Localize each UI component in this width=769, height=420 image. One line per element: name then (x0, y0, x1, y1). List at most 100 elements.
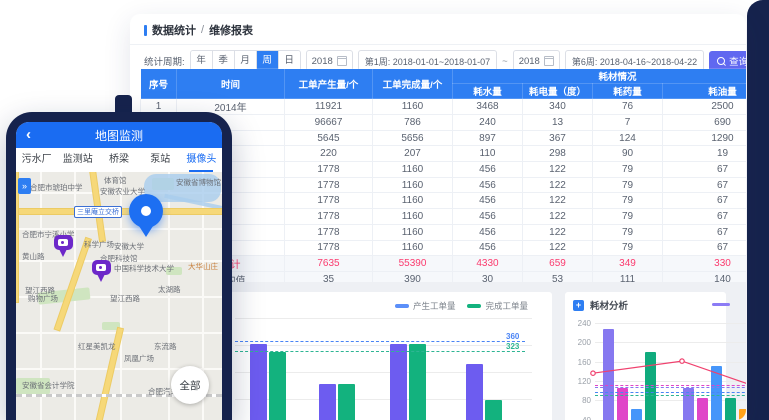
table-cell: 1160 (373, 177, 453, 193)
table-cell: 897 (453, 130, 523, 146)
map-poi-label: 科学广场 (84, 239, 114, 250)
bar-完成工单量[interactable] (485, 400, 502, 420)
group-header: 耗材情况 (453, 69, 747, 84)
table-cell: 122 (523, 162, 593, 178)
table-cell: 11921 (285, 99, 373, 115)
map-poi-label: 合肥市琥珀中学 (30, 182, 83, 193)
table-cell: 3468 (453, 99, 523, 115)
sub-column-header: 耗油量 (663, 84, 747, 99)
table-cell: 122 (523, 224, 593, 240)
table-cell: 79 (593, 162, 663, 178)
camera-icon (58, 239, 68, 246)
table-cell: 79 (593, 240, 663, 256)
tab-泵站[interactable]: 泵站 (140, 148, 181, 172)
header-row-1: 序号时间工单产生量/个工单完成量/个耗材情况 (141, 69, 747, 84)
table-cell: 1778 (285, 162, 373, 178)
table-cell: 90 (593, 146, 663, 162)
breadcrumb-section[interactable]: 数据统计 (152, 22, 196, 38)
table-cell: 1778 (285, 177, 373, 193)
map-poi-label: 凤凰广场 (124, 353, 154, 364)
table-cell: 2500 (663, 99, 747, 115)
table-cell: 1778 (285, 240, 373, 256)
table-cell: 76 (593, 99, 663, 115)
table-cell: 207 (373, 146, 453, 162)
table-cell: 456 (453, 240, 523, 256)
camera-marker-tail (97, 274, 105, 282)
range-separator: ~ (502, 56, 508, 67)
reference-line-360 (235, 341, 525, 342)
total-row-value: 4330 (453, 256, 523, 272)
year-end-value: 2018 (519, 56, 540, 67)
table-head: 序号时间工单产生量/个工单完成量/个耗材情况耗水量耗电量（度）耗药量耗油量 (141, 69, 747, 99)
table-cell: 122 (523, 240, 593, 256)
bar-产生工单量[interactable] (250, 344, 267, 420)
table-cell: 456 (453, 209, 523, 225)
table-cell: 122 (523, 209, 593, 225)
table-cell: 67 (663, 209, 747, 225)
map-expand-button[interactable]: » (18, 178, 31, 194)
table-cell: 122 (523, 193, 593, 209)
map-poi-label: 黄山路 (22, 251, 45, 262)
tab-监测站[interactable]: 监测站 (57, 148, 98, 172)
table-cell: 367 (523, 130, 593, 146)
breadcrumb-accent-bar (144, 25, 147, 36)
selected-camera-marker[interactable] (129, 194, 163, 240)
consumables-chart-card: + 耗材分析 2402001601208040 (565, 292, 726, 420)
camera-icon (96, 264, 106, 271)
bar-完成工单量[interactable] (269, 352, 286, 420)
map-view[interactable]: 合肥市琥珀中学体育馆安徽农业大学安徽省博物馆三里庵立交桥合肥市宁溪小学科学广场安… (16, 172, 222, 420)
category-tabs: 污水厂监测站桥梁泵站摄像头 (16, 148, 222, 173)
divider (130, 44, 746, 45)
week-start-value: 第1周: 2018-01-01~2018-01-07 (365, 55, 490, 68)
table-cell: 122 (523, 177, 593, 193)
period-label: 统计周期: (144, 54, 185, 68)
table-row: 12014年1192111603468340762500 (141, 99, 747, 115)
consumables-chart-plot: 2402001601208040 (565, 292, 726, 420)
column-header: 工单产生量/个 (285, 69, 373, 99)
search-icon (717, 57, 725, 65)
map-all-button[interactable]: 全部 (171, 366, 209, 404)
map-poi-label: 大华山庄 (188, 261, 218, 272)
calendar-icon (337, 56, 347, 66)
gridline (235, 318, 532, 319)
tab-桥梁[interactable]: 桥梁 (98, 148, 139, 172)
bar-产生工单量[interactable] (319, 384, 336, 420)
total-row-value: 330 (663, 256, 747, 272)
week-end-value: 第6周: 2018-04-16~2018-04-22 (572, 55, 697, 68)
map-poi-label: 安徽省会计学院 (22, 380, 75, 391)
bar-完成工单量[interactable] (338, 384, 355, 420)
table-cell: 96667 (285, 115, 373, 131)
table-cell: 456 (453, 193, 523, 209)
back-icon[interactable]: ‹ (26, 126, 31, 143)
reference-line-323 (235, 351, 525, 352)
map-poi-label: 安徽大学 (114, 241, 144, 252)
table-cell: 340 (523, 99, 593, 115)
table-cell: 1160 (373, 193, 453, 209)
tab-污水厂[interactable]: 污水厂 (16, 148, 57, 172)
table-cell: 786 (373, 115, 453, 131)
table-cell: 67 (663, 193, 747, 209)
reference-label-360: 360 (506, 332, 519, 341)
bar-产生工单量[interactable] (390, 344, 407, 420)
table-cell: 1778 (285, 209, 373, 225)
table-cell: 220 (285, 146, 373, 162)
table-cell: 1160 (373, 240, 453, 256)
table-cell: 5645 (285, 130, 373, 146)
calendar-icon (544, 56, 554, 66)
breadcrumb-current: 维修报表 (209, 22, 253, 38)
map-poi-label: 安徽省博物馆 (176, 177, 221, 188)
camera-marker[interactable] (54, 235, 74, 261)
breadcrumb: 数据统计 / 维修报表 (144, 22, 253, 38)
sub-column-header: 耗药量 (593, 84, 663, 99)
map-poi-label: 东流路 (154, 341, 177, 352)
map-poi-label: 购物广场 (28, 293, 58, 304)
bar-完成工单量[interactable] (409, 344, 426, 420)
tab-摄像头[interactable]: 摄像头 (181, 148, 222, 172)
table-cell: 1778 (285, 224, 373, 240)
camera-marker[interactable] (92, 260, 112, 286)
bar-产生工单量[interactable] (466, 364, 483, 420)
total-row-value: 55390 (373, 256, 453, 272)
total-row-value: 349 (593, 256, 663, 272)
phone-screen: ‹ 地图监测 污水厂监测站桥梁泵站摄像头 (16, 122, 222, 420)
table-cell: 298 (523, 146, 593, 162)
